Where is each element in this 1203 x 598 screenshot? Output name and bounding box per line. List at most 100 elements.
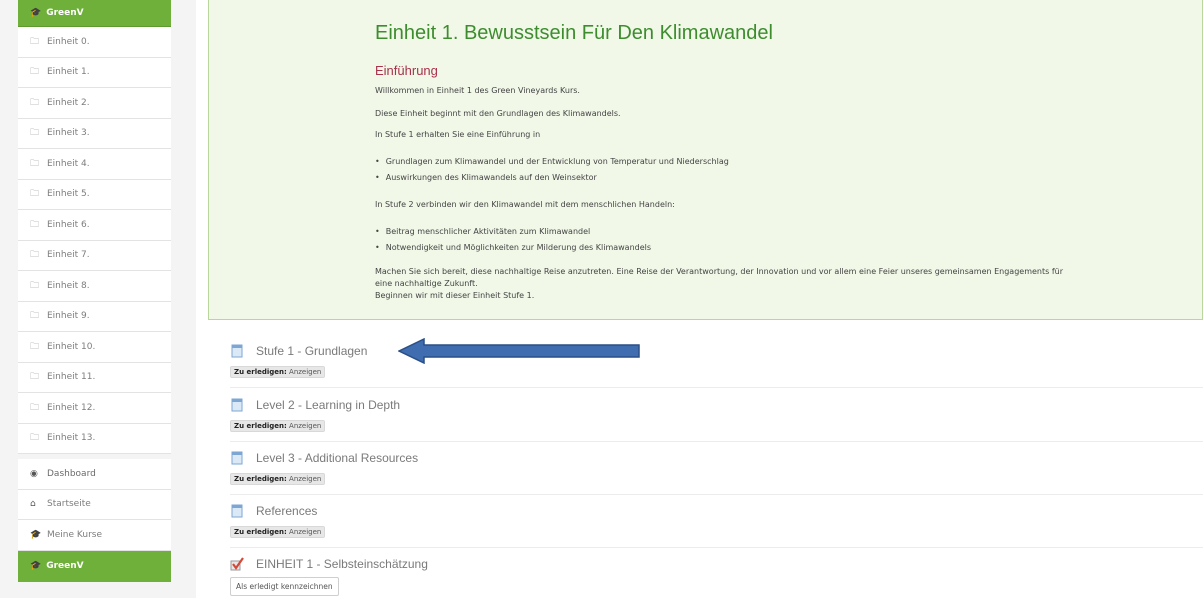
sidebar-item-unit-8[interactable]: 🗀 Einheit 8. — [18, 271, 171, 302]
activity-link[interactable]: Level 3 - Additional Resources — [256, 451, 418, 465]
sidebar-item-label: Einheit 6. — [47, 219, 90, 230]
sidebar-course-head-label: GreenV — [46, 8, 84, 18]
sidebar-item-label: Einheit 2. — [47, 97, 90, 108]
list-item: Auswirkungen des Klimawandels auf den We… — [375, 172, 729, 188]
summary-list: Beitrag menschlicher Aktivitäten zum Kli… — [375, 226, 651, 258]
summary-paragraph: Diese Einheit beginnt mit den Grundlagen… — [375, 109, 621, 118]
home-icon: ⌂ — [30, 499, 36, 510]
list-item: Beitrag menschlicher Aktivitäten zum Kli… — [375, 226, 651, 242]
completion-badge: Zu erledigen: Anzeigen — [230, 420, 326, 432]
sidebar-item-unit-9[interactable]: 🗀 Einheit 9. — [18, 301, 171, 332]
summary-paragraph: Willkommen in Einheit 1 des Green Vineya… — [375, 86, 580, 95]
activity-item: EINHEIT 1 - Selbsteinschätzung Als erled… — [230, 556, 1203, 598]
graduation-cap-icon: 🎓 — [30, 8, 42, 18]
folder-icon: 🗀 — [30, 67, 40, 78]
sidebar-item-label: Einheit 10. — [47, 341, 96, 352]
summary-list: Grundlagen zum Klimawandel und der Entwi… — [375, 156, 729, 188]
completion-badge: Zu erledigen: Anzeigen — [230, 366, 326, 378]
activity-link[interactable]: EINHEIT 1 - Selbsteinschätzung — [256, 557, 428, 571]
checklist-icon — [230, 557, 244, 571]
sidebar-item-unit-4[interactable]: 🗀 Einheit 4. — [18, 149, 171, 180]
sidebar-item-label: Einheit 12. — [47, 402, 96, 413]
sidebar-item-unit-12[interactable]: 🗀 Einheit 12. — [18, 393, 171, 424]
sidebar-item-unit-0[interactable]: 🗀 Einheit 0. — [18, 27, 171, 58]
activity-link[interactable]: Level 2 - Learning in Depth — [256, 398, 400, 412]
sidebar-item-unit-2[interactable]: 🗀 Einheit 2. — [18, 88, 171, 119]
folder-icon: 🗀 — [30, 433, 40, 444]
list-item: Notwendigkeit und Möglichkeiten zur Mild… — [375, 242, 651, 258]
activity-item: Level 2 - Learning in Depth Zu erledigen… — [230, 397, 1203, 442]
activity-link[interactable]: References — [256, 504, 317, 518]
sidebar-item-home[interactable]: ⌂ Startseite — [18, 489, 171, 520]
activity-item: Level 3 - Additional Resources Zu erledi… — [230, 450, 1203, 495]
sidebar-item-label: Meine Kurse — [47, 529, 102, 540]
badge-label: Zu erledigen: — [234, 368, 287, 376]
sidebar-item-label: Einheit 3. — [47, 128, 90, 139]
badge-label: Zu erledigen: — [234, 475, 287, 483]
summary-paragraph: In Stufe 1 erhalten Sie eine Einführung … — [375, 130, 541, 139]
sidebar-item-label: Einheit 13. — [47, 433, 96, 444]
folder-icon: 🗀 — [30, 280, 40, 291]
sidebar-item-unit-1[interactable]: 🗀 Einheit 1. — [18, 57, 171, 88]
sidebar-course-foot-label: GreenV — [46, 561, 84, 571]
sidebar-item-label: Startseite — [47, 499, 91, 510]
sidebar-item-unit-6[interactable]: 🗀 Einheit 6. — [18, 210, 171, 241]
sidebar-item-my-courses[interactable]: 🎓 Meine Kurse — [18, 520, 171, 551]
page-icon — [231, 344, 243, 358]
sidebar-item-label: Einheit 5. — [47, 189, 90, 200]
folder-icon: 🗀 — [30, 128, 40, 139]
sidebar-item-label: Einheit 11. — [47, 372, 96, 383]
sidebar-item-label: Einheit 7. — [47, 250, 90, 261]
activity-link[interactable]: Stufe 1 - Grundlagen — [256, 344, 367, 358]
folder-icon: 🗀 — [30, 250, 40, 261]
sidebar-item-dashboard[interactable]: ◉ Dashboard — [18, 459, 171, 490]
section-subtitle: Einführung — [375, 63, 438, 78]
sidebar-item-label: Einheit 4. — [47, 158, 90, 169]
badge-label: Zu erledigen: — [234, 528, 287, 536]
badge-value: Anzeigen — [289, 368, 322, 376]
badge-label: Zu erledigen: — [234, 422, 287, 430]
page-icon — [231, 398, 243, 412]
summary-paragraph: In Stufe 2 verbinden wir den Klimawandel… — [375, 200, 675, 209]
page-icon — [231, 451, 243, 465]
folder-icon: 🗀 — [30, 189, 40, 200]
sidebar-item-label: Einheit 9. — [47, 311, 90, 322]
sidebar-item-unit-5[interactable]: 🗀 Einheit 5. — [18, 179, 171, 210]
graduation-cap-icon: 🎓 — [30, 561, 42, 571]
graduation-cap-icon: 🎓 — [30, 529, 42, 540]
section-title: Einheit 1. Bewusstsein Für Den Klimawand… — [375, 22, 773, 44]
folder-icon: 🗀 — [30, 97, 40, 108]
section-summary: Einheit 1. Bewusstsein Für Den Klimawand… — [208, 0, 1203, 320]
folder-icon: 🗀 — [30, 158, 40, 169]
activity-item: Stufe 1 - Grundlagen Zu erledigen: Anzei… — [230, 343, 1203, 388]
activity-item: References Zu erledigen: Anzeigen — [230, 503, 1203, 548]
sidebar-item-label: Dashboard — [47, 468, 96, 479]
list-item: Grundlagen zum Klimawandel und der Entwi… — [375, 156, 729, 172]
completion-badge: Zu erledigen: Anzeigen — [230, 473, 326, 485]
folder-icon: 🗀 — [30, 36, 40, 47]
main-content: Einheit 1. Bewusstsein Für Den Klimawand… — [196, 0, 1203, 598]
sidebar-item-unit-13[interactable]: 🗀 Einheit 13. — [18, 423, 171, 454]
sidebar-course-foot[interactable]: 🎓 GreenV — [18, 550, 171, 582]
badge-value: Anzeigen — [289, 475, 322, 483]
dashboard-icon: ◉ — [30, 468, 38, 479]
folder-icon: 🗀 — [30, 219, 40, 230]
page-icon — [231, 504, 243, 518]
folder-icon: 🗀 — [30, 341, 40, 352]
sidebar-item-label: Einheit 1. — [47, 67, 90, 78]
mark-as-done-button[interactable]: Als erledigt kennzeichnen — [230, 577, 339, 596]
summary-paragraph: eine nachhaltige Zukunft. — [375, 279, 478, 288]
sidebar-course-head[interactable]: 🎓 GreenV — [18, 0, 171, 27]
sidebar-item-unit-11[interactable]: 🗀 Einheit 11. — [18, 362, 171, 393]
completion-badge: Zu erledigen: Anzeigen — [230, 526, 326, 538]
summary-paragraph: Beginnen wir mit dieser Einheit Stufe 1. — [375, 291, 535, 300]
course-sidebar: 🎓 GreenV 🗀 Einheit 0. 🗀 Einheit 1. 🗀 Einhei… — [18, 0, 171, 598]
summary-paragraph: Machen Sie sich bereit, diese nachhaltig… — [375, 267, 1064, 276]
folder-icon: 🗀 — [30, 372, 40, 383]
sidebar-item-unit-7[interactable]: 🗀 Einheit 7. — [18, 240, 171, 271]
sidebar-item-unit-10[interactable]: 🗀 Einheit 10. — [18, 332, 171, 363]
badge-value: Anzeigen — [289, 422, 322, 430]
sidebar-item-unit-3[interactable]: 🗀 Einheit 3. — [18, 118, 171, 149]
folder-icon: 🗀 — [30, 402, 40, 413]
sidebar-item-label: Einheit 0. — [47, 36, 90, 47]
